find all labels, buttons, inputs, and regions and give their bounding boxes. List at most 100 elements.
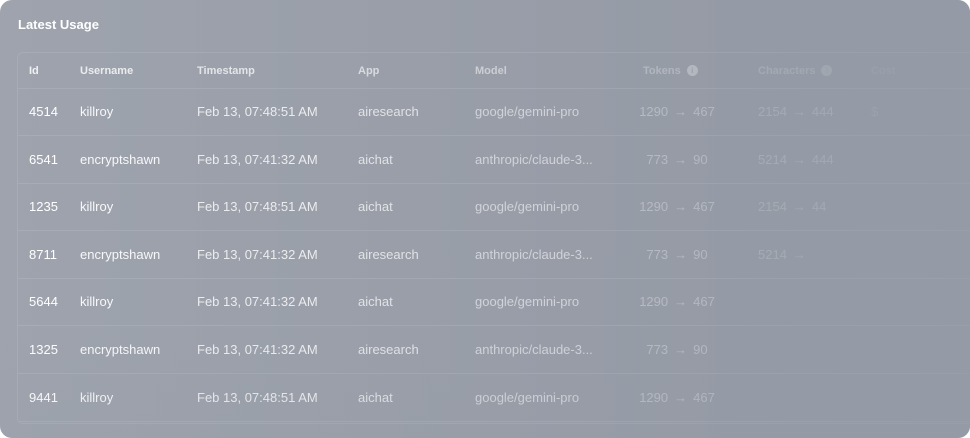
cell-app: airesearch — [358, 342, 419, 357]
cell-id: 1325 — [29, 342, 58, 357]
tokens-in: 1290 — [639, 294, 669, 310]
arrow-right-icon: → — [674, 104, 688, 119]
header-tokens[interactable]: Tokens i — [643, 53, 733, 88]
table-row[interactable]: 4514 killroy Feb 13, 07:48:51 AM airesearch… — [18, 88, 970, 136]
info-icon[interactable]: i — [686, 65, 698, 76]
cell-app: aichat — [358, 294, 393, 310]
cell-model: google/gemini-pro — [475, 389, 580, 405]
arrow-right-icon: → — [792, 104, 806, 119]
cell-username: encryptshawn — [80, 246, 161, 262]
cell-cost — [871, 326, 931, 373]
tokens-out: 90 — [693, 151, 708, 167]
cell-username: killroy — [80, 104, 114, 119]
cell-characters: 2154 → 44 — [758, 183, 868, 230]
table-row[interactable]: 5644 killroy Feb 13, 07:41:32 AM aichat goog… — [18, 278, 970, 327]
table-row[interactable]: 1235 killroy Feb 13, 07:48:51 AM aichat goog… — [18, 183, 970, 232]
cell-tokens: 1290 → 467 — [632, 183, 722, 230]
table-header-row: Id Username Timestamp App Model Tokens i… — [18, 53, 970, 89]
cell-cost — [871, 183, 931, 230]
cell-timestamp: Feb 13, 07:48:51 AM — [197, 199, 318, 215]
cell-username: killroy — [80, 389, 114, 405]
cell-id: 6541 — [29, 151, 58, 167]
arrow-right-icon: → — [674, 199, 688, 215]
chars-out: 44 — [811, 199, 827, 215]
header-characters-label: Characters — [758, 64, 816, 77]
cell-username: encryptshawn — [80, 151, 161, 167]
cell-model: anthropic/claude-3... — [475, 342, 593, 357]
header-app[interactable]: App — [358, 53, 458, 88]
chars-in: 2154 — [758, 104, 787, 119]
panel-title: Latest Usage — [18, 17, 99, 32]
arrow-right-icon: → — [792, 199, 806, 215]
table-row[interactable]: 6541 encryptshawn Feb 13, 07:41:32 AM aicha… — [18, 136, 970, 184]
cell-characters — [758, 326, 868, 373]
chars-out: 444 — [811, 151, 834, 167]
cell-model: google/gemini-pro — [475, 294, 580, 310]
cell-cost — [871, 136, 931, 183]
cell-app: aichat — [358, 199, 393, 215]
arrow-right-icon: → — [674, 342, 688, 357]
cell-id: 9441 — [29, 389, 58, 405]
cell-model: google/gemini-pro — [475, 104, 580, 119]
header-id[interactable]: Id — [29, 53, 69, 88]
cell-id: 4514 — [29, 104, 58, 119]
arrow-right-icon: → — [674, 151, 688, 167]
cell-cost — [871, 278, 931, 325]
cell-tokens: 773 → 90 — [632, 326, 722, 373]
arrow-right-icon: → — [674, 246, 688, 262]
cell-characters — [758, 374, 868, 421]
cell-id: 8711 — [29, 246, 57, 262]
cell-app: aichat — [358, 389, 393, 405]
cell-id: 1235 — [29, 199, 58, 215]
header-tokens-label: Tokens — [643, 64, 681, 77]
cell-username: killroy — [80, 199, 114, 215]
cell-timestamp: Feb 13, 07:48:51 AM — [197, 104, 318, 119]
chars-in: 5214 — [758, 246, 787, 262]
cell-app: airesearch — [358, 246, 419, 262]
tokens-in: 1290 — [639, 104, 669, 119]
tokens-out: 467 — [693, 199, 715, 215]
cell-model: anthropic/claude-3... — [475, 246, 593, 262]
cell-cost: $ — [871, 104, 879, 119]
cell-characters — [758, 278, 868, 325]
arrow-right-icon: → — [674, 294, 688, 310]
cell-cost — [871, 231, 931, 278]
arrow-right-icon: → — [674, 389, 688, 405]
cell-timestamp: Feb 13, 07:41:32 AM — [197, 151, 318, 167]
header-model[interactable]: Model — [475, 53, 625, 88]
cell-model: anthropic/claude-3... — [475, 151, 593, 167]
latest-usage-panel: Latest Usage Id Username Timestamp App M… — [0, 0, 970, 438]
tokens-out: 90 — [693, 342, 708, 357]
header-characters[interactable]: Characters i — [758, 53, 868, 88]
tokens-out: 467 — [693, 294, 715, 310]
info-icon[interactable]: i — [821, 65, 833, 76]
tokens-in: 773 — [646, 342, 669, 357]
cell-tokens: 773 → 90 — [632, 231, 722, 278]
tokens-out: 90 — [693, 246, 708, 262]
tokens-in: 1290 — [639, 199, 669, 215]
header-timestamp[interactable]: Timestamp — [197, 53, 347, 88]
tokens-in: 773 — [646, 246, 669, 262]
arrow-right-icon: → — [792, 151, 806, 167]
cell-timestamp: Feb 13, 07:41:32 AM — [197, 294, 318, 310]
table-row[interactable]: 1325 encryptshawn Feb 13, 07:41:32 AM aires… — [18, 326, 970, 374]
tokens-out: 467 — [693, 389, 715, 405]
cell-tokens: 1290 → 467 — [632, 88, 722, 135]
cell-tokens: 1290 → 467 — [632, 374, 722, 421]
tokens-in: 1290 — [639, 389, 669, 405]
cell-username: encryptshawn — [80, 342, 161, 357]
chars-in: 5214 — [758, 151, 787, 167]
cell-app: airesearch — [358, 104, 419, 119]
cell-tokens: 1290 → 467 — [632, 278, 722, 325]
table-row[interactable]: 9441 killroy Feb 13, 07:48:51 AM aichat goog… — [18, 374, 970, 422]
cell-characters: 5214 → — [758, 231, 868, 278]
usage-table: Id Username Timestamp App Model Tokens i… — [17, 52, 970, 424]
arrow-right-icon: → — [792, 246, 806, 262]
header-username[interactable]: Username — [80, 53, 190, 88]
table-row[interactable]: 8711 encryptshawn Feb 13, 07:41:32 AM aires… — [18, 231, 970, 279]
chars-in: 2154 — [758, 199, 787, 215]
tokens-out: 467 — [693, 104, 715, 119]
cell-characters: 2154 → 444 — [758, 88, 868, 135]
header-cost[interactable]: Cost — [871, 53, 931, 88]
cell-cost — [871, 374, 931, 421]
